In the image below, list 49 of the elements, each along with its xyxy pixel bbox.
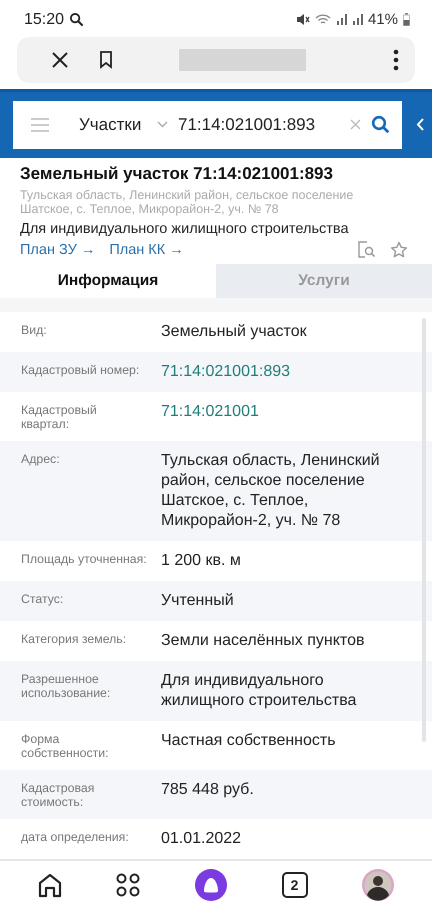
avatar-icon[interactable] (361, 868, 396, 902)
plan-link[interactable]: План КК → (109, 242, 184, 258)
close-icon[interactable] (51, 50, 69, 69)
field-label: Кадастровый номер: (21, 362, 140, 377)
field-label: Вид: (21, 322, 48, 337)
field-label: дата определения: (21, 828, 130, 844)
field-label: Кадастровый квартал: (21, 402, 98, 431)
field-label: Категория земель: (21, 630, 128, 646)
field-value: Земельный участок (161, 322, 308, 342)
field-label: Форма собственности: (21, 730, 110, 760)
grid-icon[interactable] (116, 873, 140, 898)
field-label: Статус: (21, 590, 64, 606)
star-icon[interactable] (390, 240, 408, 259)
signal-icon (352, 13, 363, 26)
battery-icon (403, 13, 410, 26)
search-icon[interactable] (371, 115, 390, 134)
field-link[interactable]: 71:14:021001 (161, 402, 412, 422)
more-icon[interactable] (393, 48, 399, 71)
object-address: Тульская область, Ленинский район, сельское поселение Шатское, с. Теплое, Микрорайон-2, уч. № 78 (20, 188, 354, 216)
field-value: Учтенный (161, 590, 235, 611)
field-label: Площадь уточненная: (21, 550, 148, 566)
field-link[interactable]: 71:14:021001:893 (161, 362, 412, 382)
tabs-count-button[interactable]: 2 (282, 872, 308, 898)
field-value: Частная собственность (161, 730, 337, 751)
status-time: 15:20 (24, 10, 64, 29)
field-value: Тульская область, Ленинский район, сельское поселение Шатское, с. Теплое, Микрорайон-2, уч. № 78 (161, 450, 381, 531)
field-value: 1 200 кв. м (161, 550, 242, 571)
field-label: Адрес: (21, 450, 61, 466)
battery-percent: 41% (368, 11, 398, 28)
object-title: Земельный участок 71:14:021001:893 (20, 164, 334, 184)
field-label: Разрешенное использование: (21, 670, 112, 700)
bookmark-icon[interactable] (99, 50, 113, 69)
search-icon (69, 12, 84, 28)
signal-icon (336, 13, 347, 26)
wifi-icon (314, 13, 331, 26)
field-label: Кадастровая стоимость: (21, 780, 96, 809)
mute-icon (296, 13, 310, 26)
home-icon[interactable] (36, 872, 63, 898)
category-dropdown[interactable]: Участки (79, 114, 147, 135)
field-value: 785 448 руб. (161, 780, 255, 800)
assistant-icon[interactable] (194, 868, 228, 902)
object-purpose: Для индивидуального жилищного строительства (20, 220, 350, 237)
field-value: 01.01.2022 (161, 828, 242, 849)
search-field[interactable]: 71:14:021001:893 (178, 114, 340, 135)
field-value: Для индивидуального жилищного строительства (161, 670, 358, 711)
plan-link[interactable]: План ЗУ → (20, 242, 96, 258)
search-document-icon[interactable] (357, 240, 376, 259)
field-value: Земли населённых пунктов (161, 630, 366, 651)
chevron-left-icon[interactable] (416, 118, 424, 132)
